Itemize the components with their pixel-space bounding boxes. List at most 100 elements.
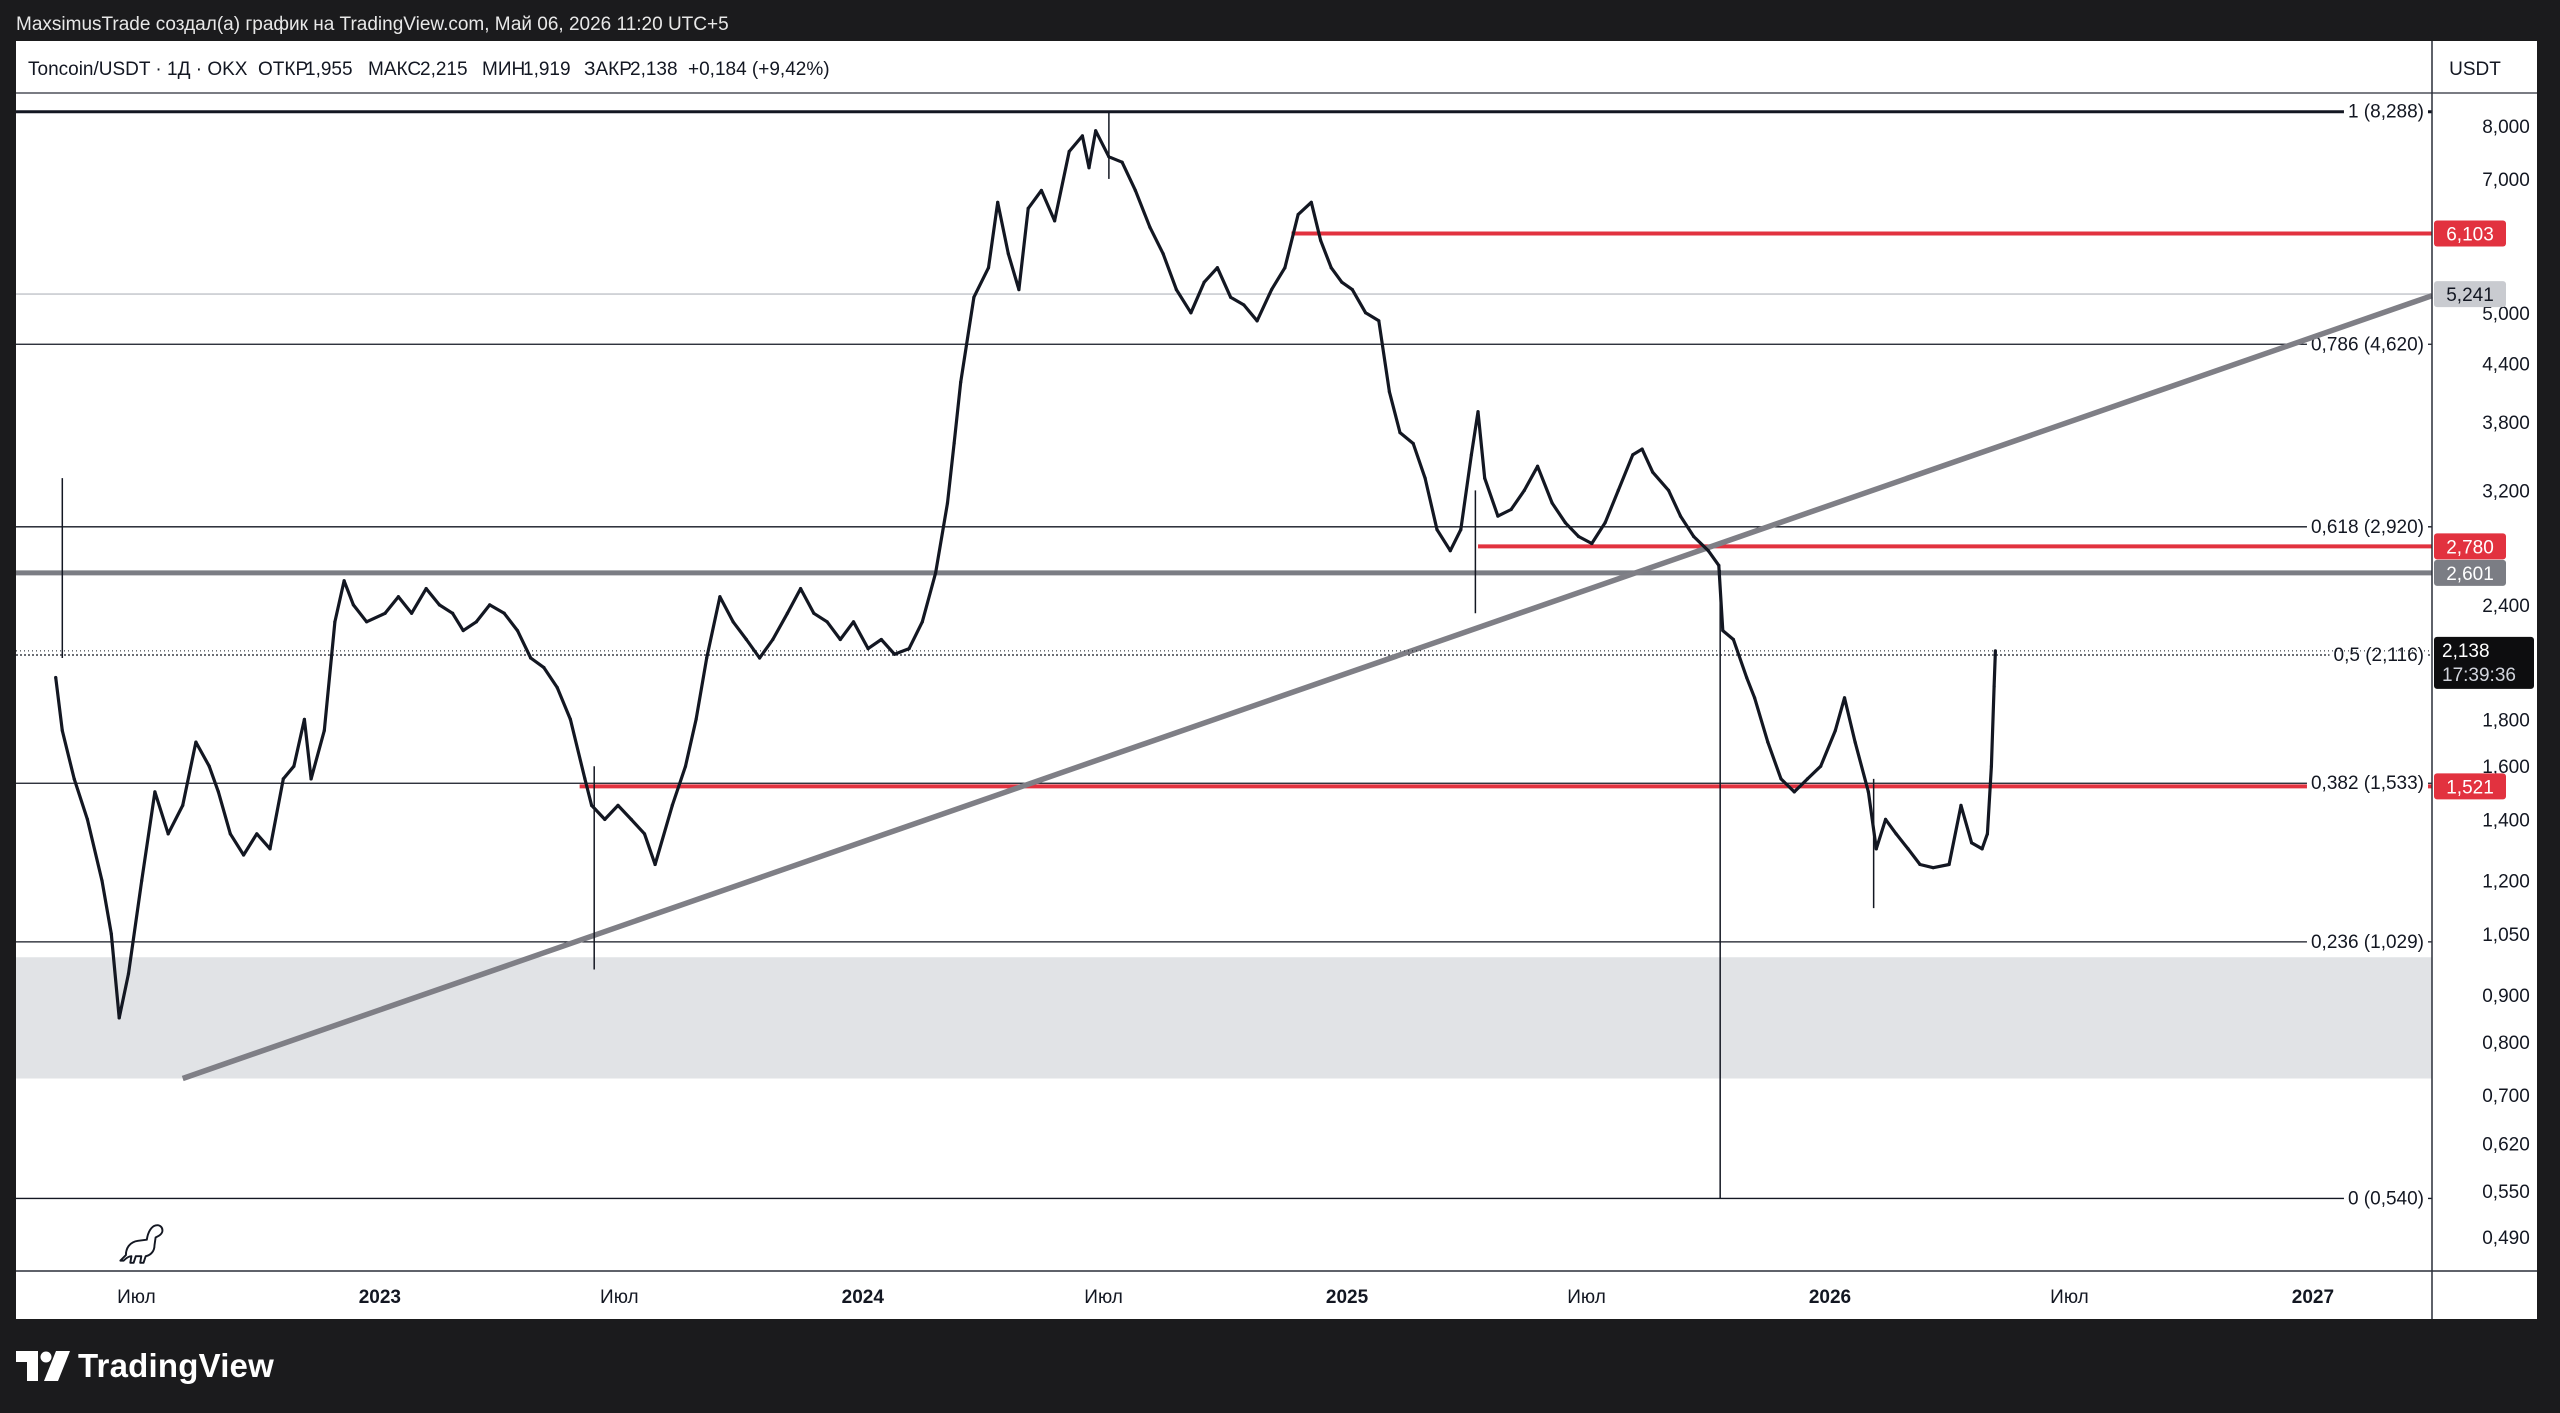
price-tick-label: 8,000 (2482, 117, 2530, 138)
price-point (1053, 219, 1057, 223)
price-point (1080, 134, 1085, 138)
price-point (342, 579, 346, 583)
price-point (351, 603, 355, 607)
price-point (879, 637, 883, 642)
price-point (228, 832, 232, 836)
price-point (451, 611, 455, 615)
currency-label: USDT (2449, 59, 2501, 80)
price-point (424, 587, 428, 591)
price-point (126, 972, 131, 976)
price-point (166, 832, 170, 836)
price-point (1590, 541, 1594, 546)
price-point (1906, 847, 1910, 851)
price-point (1969, 841, 1974, 845)
fib-level-label: 0,382 (1,533) (2311, 773, 2424, 794)
price-point (1017, 288, 1021, 292)
price-tick-label: 1,400 (2482, 810, 2530, 831)
price-tick-label: 0,490 (2482, 1228, 2530, 1249)
fib-level-label: 0 (0,540) (2348, 1188, 2424, 1209)
price-tick-label: 3,800 (2482, 413, 2530, 434)
price-tick-label: 1,200 (2482, 872, 2530, 893)
price-chart[interactable]: 1 (8,288) 0,786 (4,620) 0,618 (2,920) 0,5 (… (16, 41, 2537, 1319)
price-point (583, 777, 587, 781)
chart-legend-close-label: ЗАКР (584, 59, 632, 80)
price-point (812, 611, 816, 615)
price-point (1819, 764, 1823, 768)
price-point (945, 501, 950, 505)
price-point (1576, 534, 1581, 539)
tradingview-logo[interactable]: TradingView (16, 1344, 274, 1388)
price-point (117, 1016, 121, 1020)
price-point (771, 637, 775, 642)
price-point (461, 628, 465, 633)
price-point (488, 603, 492, 607)
price-tick-label: 3,200 (2482, 481, 2530, 502)
price-point (1692, 534, 1696, 539)
price-point (1752, 696, 1757, 700)
price-point (1640, 447, 1644, 451)
price-point (1717, 563, 1721, 568)
chart-legend-symbol: Toncoin/USDT · 1Д · OKX (28, 59, 248, 80)
time-tick-label: 2025 (1326, 1287, 1369, 1308)
chart-caption: MaxsimusTrade создал(а) график на Tradin… (16, 14, 729, 35)
price-point (568, 717, 572, 721)
price-point (1483, 476, 1487, 480)
price-point (1459, 527, 1463, 532)
price-point (1992, 684, 1996, 689)
price-point (1980, 847, 1984, 851)
price-tick-label: 0,800 (2482, 1033, 2530, 1054)
fib-level-label: 1 (8,288) (2348, 102, 2424, 123)
price-point (437, 603, 441, 607)
price-point (396, 595, 400, 599)
price-point (100, 879, 104, 883)
price-point (1318, 238, 1323, 242)
price-point (1229, 295, 1233, 299)
price-point (502, 611, 506, 615)
price-point (333, 620, 337, 624)
price-point (1411, 441, 1415, 446)
price-point (1329, 266, 1333, 270)
price-point (1242, 303, 1246, 307)
price-point (383, 611, 387, 615)
price-point (1006, 252, 1010, 256)
price-point (1423, 476, 1427, 480)
price-point (616, 803, 620, 807)
tradingview-logo-icon (16, 1351, 70, 1381)
price-point (744, 637, 748, 642)
price-point (1363, 311, 1368, 315)
price-point (1616, 488, 1620, 492)
price-point (629, 817, 633, 821)
price-point (1120, 160, 1124, 164)
time-tick-label: 2026 (1809, 1287, 1851, 1308)
price-point (718, 595, 722, 599)
price-point (529, 656, 533, 660)
time-tick-label: 2027 (2292, 1287, 2334, 1308)
price-point (1631, 453, 1635, 457)
price-point (653, 862, 657, 867)
price-point (785, 611, 789, 615)
fib-level-label: 0,5 (2,116) (2334, 645, 2424, 666)
price-point (542, 666, 546, 670)
chart-panel[interactable]: 1 (8,288) 0,786 (4,620) 0,618 (2,920) 0,5 (… (16, 41, 2537, 1319)
price-point (292, 764, 296, 768)
tradingview-wordmark: TradingView (78, 1347, 274, 1384)
price-point (302, 717, 307, 721)
price-point (952, 441, 956, 446)
price-point (972, 295, 976, 299)
time-tick-label: Июл (1567, 1287, 1606, 1308)
price-point (1448, 549, 1452, 553)
price-point (1563, 521, 1567, 525)
price-point (1721, 628, 1725, 633)
price-point (241, 853, 246, 857)
price-point (85, 817, 90, 821)
price-point (1340, 280, 1344, 284)
dino-icon (119, 1224, 164, 1264)
price-point (851, 620, 856, 624)
price-tick-label: 1,050 (2482, 925, 2530, 946)
price-tick-label: 0,900 (2482, 986, 2530, 1007)
price-point (933, 571, 938, 575)
price-point (1476, 410, 1480, 414)
price-point (986, 266, 991, 270)
fib-level-label: 0,236 (1,029) (2311, 932, 2424, 953)
price-point (1535, 464, 1540, 468)
